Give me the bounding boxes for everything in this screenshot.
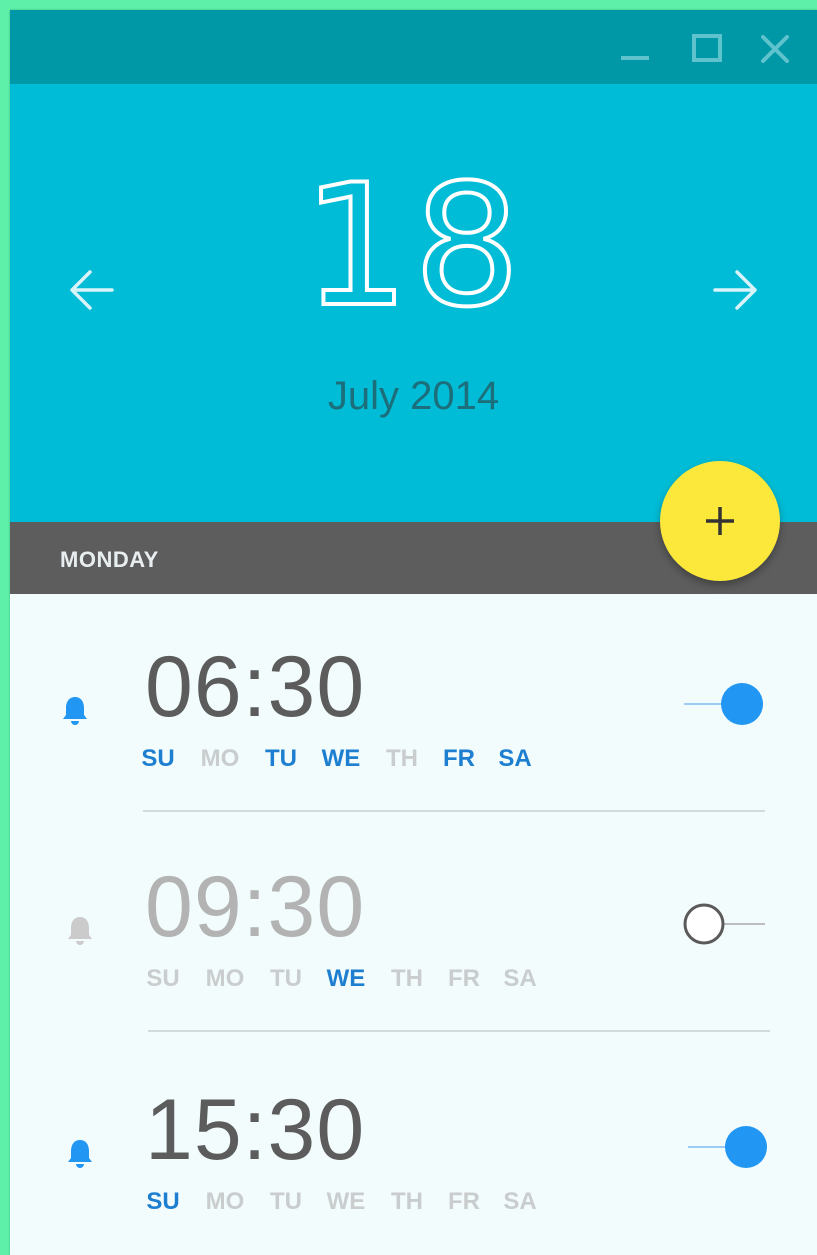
alarm-time[interactable]: 06:30 [145,642,365,732]
close-icon[interactable] [758,32,792,66]
day-toggle-th[interactable]: TH [377,745,427,773]
maximize-icon[interactable] [690,32,724,66]
day-toggle-mo[interactable]: MO [200,965,250,993]
plus-icon [706,507,734,535]
bell-icon [65,1137,95,1169]
alarm-item: 06:30 SU MO TU WE TH FR SA [10,622,817,842]
day-toggle-sa[interactable]: SA [495,965,545,993]
day-toggle-mo[interactable]: MO [195,745,245,773]
bell-icon [60,694,90,726]
day-toggle-we[interactable]: WE [321,1188,371,1216]
add-alarm-button[interactable] [660,461,780,581]
divider [148,1030,770,1032]
day-toggle-fr[interactable]: FR [439,965,489,993]
date-header: 18 July 2014 [10,84,817,522]
day-toggle-tu[interactable]: TU [256,745,306,773]
weekday-label: MONDAY [60,547,159,572]
day-toggle-tu[interactable]: TU [261,965,311,993]
alarm-time[interactable]: 09:30 [145,862,365,952]
alarm-item: 15:30 SU MO TU WE TH FR SA [10,1065,817,1255]
day-toggle-sa[interactable]: SA [490,745,540,773]
day-toggle-we[interactable]: WE [316,745,366,773]
divider [143,810,765,812]
alarm-item: 09:30 SU MO TU WE TH FR SA [10,842,817,1062]
day-toggle-mo[interactable]: MO [200,1188,250,1216]
bell-icon [65,914,95,946]
alarm-time[interactable]: 15:30 [145,1085,365,1175]
day-toggle-th[interactable]: TH [382,1188,432,1216]
day-toggle-sa[interactable]: SA [495,1188,545,1216]
day-toggle-su[interactable]: SU [133,745,183,773]
arrow-right-icon[interactable] [707,262,763,318]
day-number: 18 [301,148,525,344]
alarm-toggle[interactable] [686,1122,776,1172]
title-bar [10,10,817,84]
day-toggle-th[interactable]: TH [382,965,432,993]
alarm-window: 18 July 2014 MONDAY 06:30 SU MO TU WE TH… [10,10,817,1255]
day-toggle-we[interactable]: WE [321,965,371,993]
alarm-toggle[interactable] [682,679,772,729]
day-toggle-fr[interactable]: FR [439,1188,489,1216]
month-year-label: July 2014 [327,374,500,418]
day-toggle-su[interactable]: SU [138,965,188,993]
minimize-icon[interactable] [618,32,652,66]
day-toggle-fr[interactable]: FR [434,745,484,773]
alarm-toggle[interactable] [680,899,770,949]
day-toggle-su[interactable]: SU [138,1188,188,1216]
day-toggle-tu[interactable]: TU [261,1188,311,1216]
